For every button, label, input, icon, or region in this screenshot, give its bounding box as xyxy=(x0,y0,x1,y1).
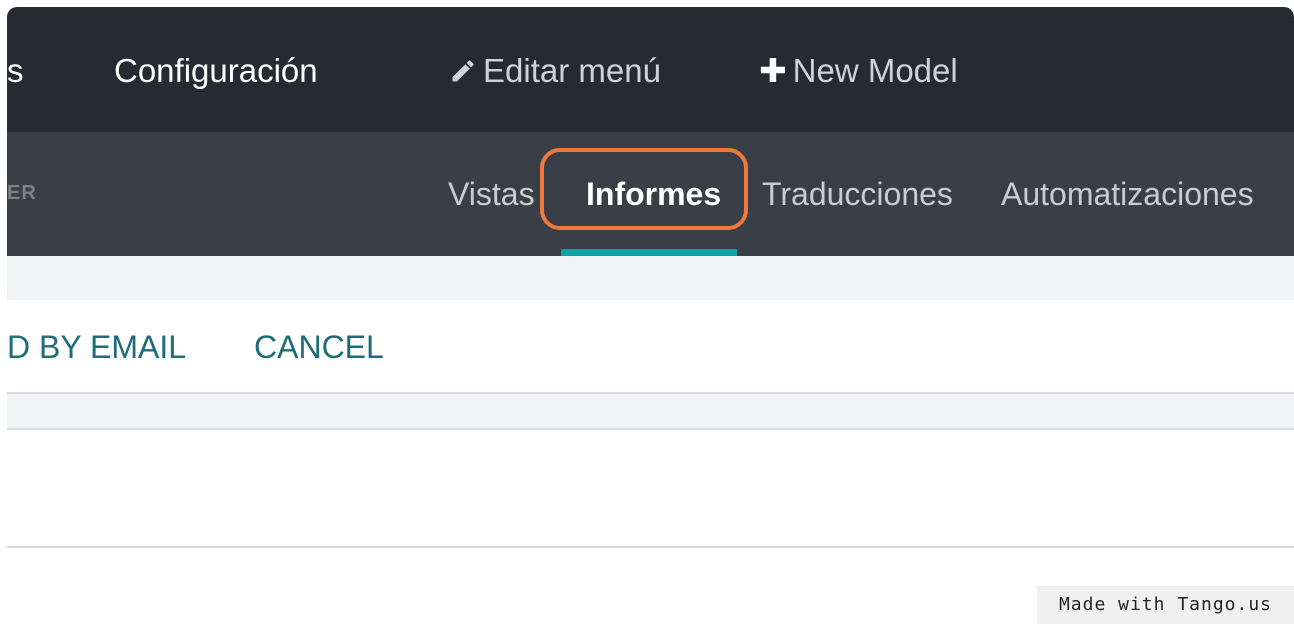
tab-informes[interactable]: Informes xyxy=(586,174,721,214)
app-frame: s Configuración Editar menú ✚ New Model E… xyxy=(7,7,1294,624)
row-divider xyxy=(7,546,1294,548)
send-by-email-button[interactable]: D BY EMAIL xyxy=(7,327,186,367)
sub-navbar: ER Vistas Informes Traducciones Automati… xyxy=(7,132,1294,256)
active-tab-indicator xyxy=(561,249,737,256)
top-navbar: s Configuración Editar menú ✚ New Model xyxy=(7,7,1294,132)
edit-menu-label: Editar menú xyxy=(483,52,661,89)
new-model-link[interactable]: ✚ New Model xyxy=(759,51,958,91)
tango-watermark: Made with Tango.us xyxy=(1037,586,1294,624)
new-model-label: New Model xyxy=(792,52,958,89)
tab-vistas[interactable]: Vistas xyxy=(448,174,535,214)
action-bar: D BY EMAIL CANCEL xyxy=(7,300,1294,394)
nav-menu-truncated[interactable]: s xyxy=(7,51,24,91)
subnav-truncated-label: ER xyxy=(7,182,37,204)
nav-menu-configuracion[interactable]: Configuración xyxy=(114,51,318,91)
edit-menu-link[interactable]: Editar menú xyxy=(449,51,661,91)
cancel-button[interactable]: CANCEL xyxy=(254,327,384,367)
breadcrumb-strip xyxy=(7,256,1294,300)
tab-traducciones[interactable]: Traducciones xyxy=(762,174,953,214)
plus-icon: ✚ xyxy=(759,52,787,89)
status-band xyxy=(7,394,1294,430)
pencil-icon xyxy=(449,51,477,91)
tab-automatizaciones[interactable]: Automatizaciones xyxy=(1001,174,1254,214)
